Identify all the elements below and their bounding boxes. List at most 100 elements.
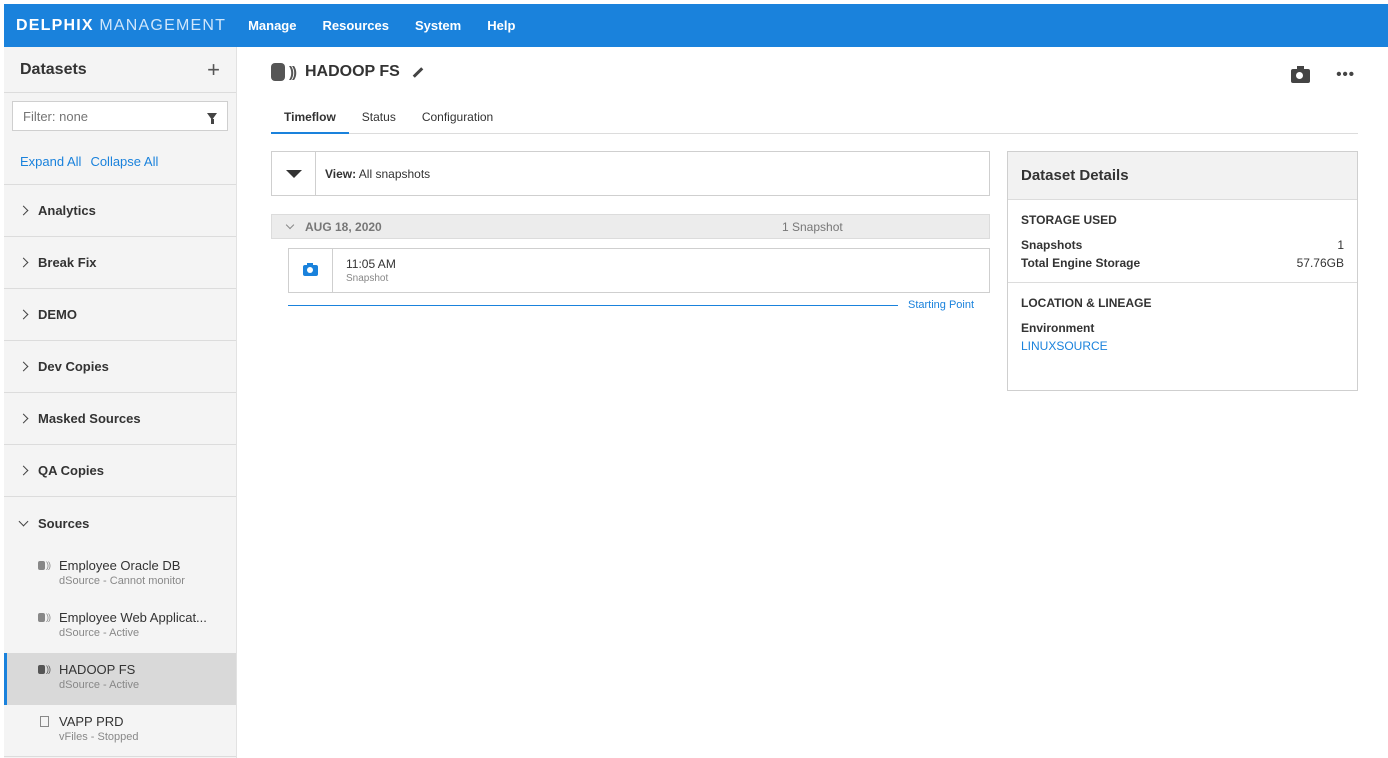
source-name: HADOOP FS <box>59 662 136 677</box>
filter-wrap <box>4 93 236 131</box>
brand-logo[interactable]: DELPHIX MANAGEMENT <box>16 17 226 35</box>
group-label: Masked Sources <box>38 411 141 426</box>
filter-input[interactable] <box>23 108 193 124</box>
details-title: Dataset Details <box>1008 152 1357 200</box>
nav-system[interactable]: System <box>415 18 461 33</box>
chevron-right-icon <box>18 257 29 268</box>
group-analytics[interactable]: Analytics <box>4 185 236 237</box>
file-icon <box>38 716 52 727</box>
signal-icon: )) <box>289 63 297 81</box>
database-icon: )) <box>38 560 52 570</box>
filter-box <box>12 101 228 131</box>
chevron-right-icon <box>18 309 29 320</box>
source-name: Employee Web Applicat... <box>59 610 207 625</box>
source-status: dSource - Active <box>59 627 140 639</box>
source-employee-web-app[interactable]: )) Employee Web Applicat... dSource - Ac… <box>4 601 236 653</box>
storage-row: Total Engine Storage 57.76GB <box>1021 256 1344 270</box>
tab-timeflow[interactable]: Timeflow <box>271 110 349 134</box>
add-dataset-button[interactable]: + <box>207 58 220 81</box>
location-title: LOCATION & LINEAGE <box>1021 296 1152 310</box>
date-label: AUG 18, 2020 <box>305 219 382 234</box>
storage-value: 57.76GB <box>1296 256 1344 270</box>
camera-icon <box>303 263 318 276</box>
database-icon: )) <box>38 612 52 622</box>
starting-point-line <box>288 305 898 306</box>
view-value: All snapshots <box>358 166 431 181</box>
top-bar: DELPHIX MANAGEMENT Manage Resources Syst… <box>4 4 1388 47</box>
group-label: DEMO <box>38 307 77 322</box>
view-selector: View: All snapshots <box>271 151 990 196</box>
expand-all-link[interactable]: Expand All <box>20 154 81 169</box>
chevron-down-icon <box>18 516 29 526</box>
storage-title: STORAGE USED <box>1021 213 1117 227</box>
date-group-header[interactable]: AUG 18, 2020 1 Snapshot <box>271 214 990 239</box>
page-title: HADOOP FS <box>305 63 400 80</box>
snapshot-icon-cell <box>289 249 333 292</box>
source-name: Employee Oracle DB <box>59 558 181 573</box>
snapshot-count: 1 Snapshot <box>782 219 843 234</box>
group-dev-copies[interactable]: Dev Copies <box>4 341 236 393</box>
database-icon <box>271 63 285 81</box>
main-content: )) HADOOP FS ••• Timeflow Status Configu… <box>237 47 1388 758</box>
pencil-icon[interactable] <box>412 66 424 78</box>
filter-icon[interactable] <box>207 112 217 124</box>
caret-down-icon <box>285 169 302 178</box>
sidebar-header: Datasets + <box>4 47 236 93</box>
environment-label: Environment <box>1021 321 1095 335</box>
chevron-right-icon <box>18 205 29 216</box>
group-label: Analytics <box>38 203 96 218</box>
environment-link[interactable]: LINUXSOURCE <box>1021 339 1344 353</box>
storage-section: STORAGE USED Snapshots 1 Total Engine St… <box>1008 200 1357 270</box>
brand-light: MANAGEMENT <box>99 16 227 34</box>
source-employee-oracle-db[interactable]: )) Employee Oracle DB dSource - Cannot m… <box>4 549 236 601</box>
tabs: Timeflow Status Configuration <box>271 110 1358 134</box>
group-demo[interactable]: DEMO <box>4 289 236 341</box>
snapshot-time: 11:05 AM <box>346 257 396 271</box>
nav-help[interactable]: Help <box>487 18 515 33</box>
expand-row: Expand All Collapse All <box>4 139 236 185</box>
chevron-right-icon <box>18 465 29 476</box>
snapshots-value: 1 <box>1337 238 1344 252</box>
source-vapp-prd[interactable]: VAPP PRD vFiles - Stopped <box>4 705 236 757</box>
sidebar-title: Datasets <box>20 60 87 78</box>
chevron-right-icon <box>18 361 29 372</box>
chevron-down-icon <box>285 220 295 230</box>
source-hadoop-fs[interactable]: )) HADOOP FS dSource - Active <box>4 653 236 705</box>
source-status: vFiles - Stopped <box>59 731 139 743</box>
snapshot-type: Snapshot <box>346 273 389 284</box>
database-icon: )) <box>38 664 52 674</box>
group-qa-copies[interactable]: QA Copies <box>4 445 236 497</box>
view-label: View: <box>325 166 357 181</box>
group-label: Sources <box>38 515 90 531</box>
group-break-fix[interactable]: Break Fix <box>4 237 236 289</box>
snapshot-item[interactable]: 11:05 AM Snapshot <box>288 248 990 293</box>
group-label: Dev Copies <box>38 359 109 374</box>
starting-point-label: Starting Point <box>908 299 975 311</box>
brand-strong: DELPHIX <box>16 16 94 34</box>
group-label: QA Copies <box>38 463 104 478</box>
tab-status[interactable]: Status <box>349 110 409 134</box>
group-label: Break Fix <box>38 255 97 270</box>
camera-icon[interactable] <box>1291 66 1310 83</box>
group-sources[interactable]: Sources <box>4 497 236 549</box>
source-status: dSource - Cannot monitor <box>59 575 185 587</box>
nav-manage[interactable]: Manage <box>248 18 296 33</box>
tab-configuration[interactable]: Configuration <box>409 110 506 134</box>
collapse-all-link[interactable]: Collapse All <box>90 154 158 169</box>
main-nav: Manage Resources System Help <box>248 18 541 33</box>
sidebar: Datasets + Expand All Collapse All Analy… <box>4 47 237 758</box>
dataset-details-panel: Dataset Details STORAGE USED Snapshots 1… <box>1007 151 1358 391</box>
snapshots-label: Snapshots <box>1021 238 1083 252</box>
snapshots-row: Snapshots 1 <box>1021 238 1344 252</box>
nav-resources[interactable]: Resources <box>322 18 388 33</box>
view-dropdown-button[interactable] <box>272 152 316 195</box>
group-masked-sources[interactable]: Masked Sources <box>4 393 236 445</box>
more-icon[interactable]: ••• <box>1336 66 1355 83</box>
chevron-right-icon <box>18 413 29 424</box>
location-section: LOCATION & LINEAGE Environment LINUXSOUR… <box>1008 283 1357 353</box>
view-text: View: All snapshots <box>325 167 430 181</box>
source-status: dSource - Active <box>59 679 140 691</box>
title-row: )) HADOOP FS <box>271 63 424 81</box>
source-name: VAPP PRD <box>59 714 124 729</box>
storage-label: Total Engine Storage <box>1021 256 1141 270</box>
